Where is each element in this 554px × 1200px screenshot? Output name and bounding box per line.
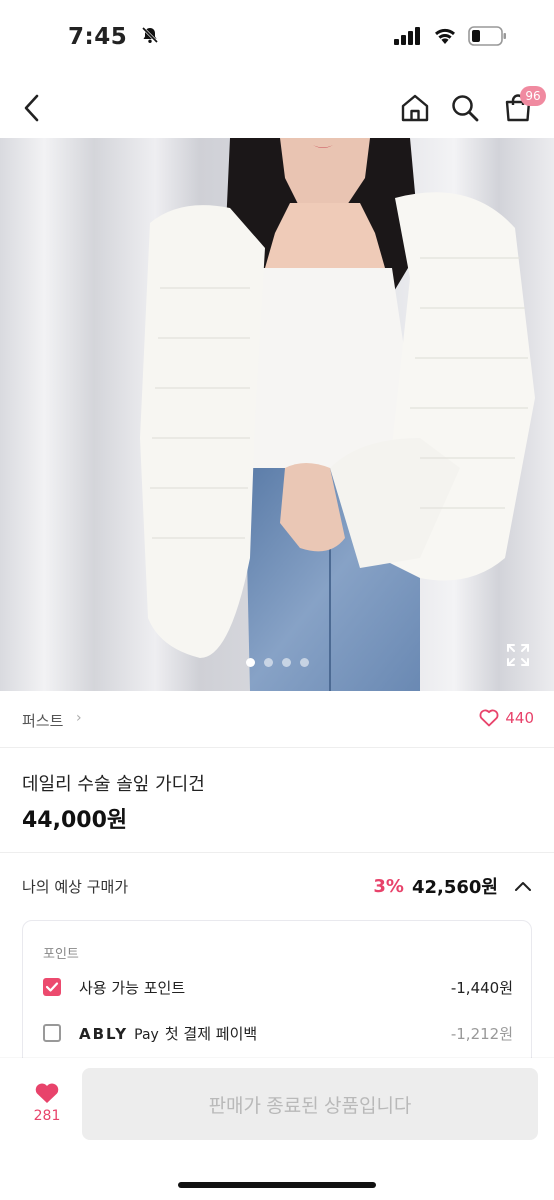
product-image-gallery[interactable] [0,138,554,691]
heart-filled-icon [35,1083,59,1103]
home-indicator [178,1182,376,1188]
heart-outline-icon [479,709,499,727]
bell-slash-icon [140,25,160,51]
discount-rate: 3% [373,875,404,897]
signal-icon [394,27,420,45]
product-like-button[interactable]: 440 [479,709,534,727]
product-name: 데일리 수술 솔잎 가디건 [22,774,205,795]
point-row-ably-pay[interactable]: ABLY Pay 첫 결제 페이백 -1,212원 [43,1021,513,1045]
product-price: 44,000원 [22,808,128,833]
cart-button[interactable]: 96 [498,86,546,128]
pagination-dot[interactable] [245,658,255,667]
estimated-price: 42,560원 [411,877,498,898]
point-value: -1,440원 [450,978,513,997]
brand-row: 퍼스트 › 440 [0,691,554,748]
home-button[interactable] [396,88,434,128]
battery-icon [468,26,506,46]
points-card: 포인트 사용 가능 포인트 -1,440원 ABLY Pay 첫 결제 페이백 -1… [22,920,532,1072]
brand-link[interactable]: 퍼스트 [22,710,63,731]
chevron-right-icon: › [76,710,82,726]
estimated-price-toggle[interactable]: 3% 42,560원 [373,873,532,899]
pagination-dot[interactable] [281,658,291,667]
point-value: -1,212원 [450,1024,513,1043]
payback-label: 첫 결제 페이백 [164,1024,258,1043]
expand-icon [507,644,529,666]
pagination-dot[interactable] [263,658,273,667]
clock-text: 7:45 [68,24,128,50]
gallery-pagination [0,658,554,667]
wifi-icon [435,28,455,44]
expand-image-button[interactable] [506,643,530,667]
point-label: ABLY Pay 첫 결제 페이백 [79,1023,451,1044]
checkbox-unchecked[interactable] [43,1024,61,1042]
cart-badge: 96 [520,86,546,106]
search-icon [452,95,479,122]
back-button[interactable] [14,88,50,128]
point-label: 사용 가능 포인트 [79,978,186,997]
favorite-count: 281 [33,1108,61,1124]
status-bar: 7:45 [0,0,554,76]
point-row-available[interactable]: 사용 가능 포인트 -1,440원 [43,975,513,999]
search-button[interactable] [446,88,484,128]
checkmark-icon [45,982,59,992]
estimated-price-label: 나의 예상 구매가 [22,878,129,896]
favorite-button[interactable]: 281 [22,1082,72,1142]
checkbox-checked[interactable] [43,978,61,996]
like-count: 440 [505,709,534,727]
pagination-dot[interactable] [299,658,309,667]
top-nav: 96 [0,76,554,138]
ably-pay-text: Pay [134,1026,159,1043]
status-icons [394,26,508,46]
back-icon [24,94,39,122]
status-time: 7:45 [68,24,160,51]
divider [0,852,554,853]
chevron-up-icon [515,882,531,891]
buy-button-disabled[interactable]: 판매가 종료된 상품입니다 [82,1068,538,1140]
points-title: 포인트 [43,947,79,962]
ably-logo: ABLY [79,1024,129,1043]
product-photo [0,138,554,691]
home-icon [401,94,429,122]
bottom-action-bar: 281 판매가 종료된 상품입니다 [0,1058,554,1200]
